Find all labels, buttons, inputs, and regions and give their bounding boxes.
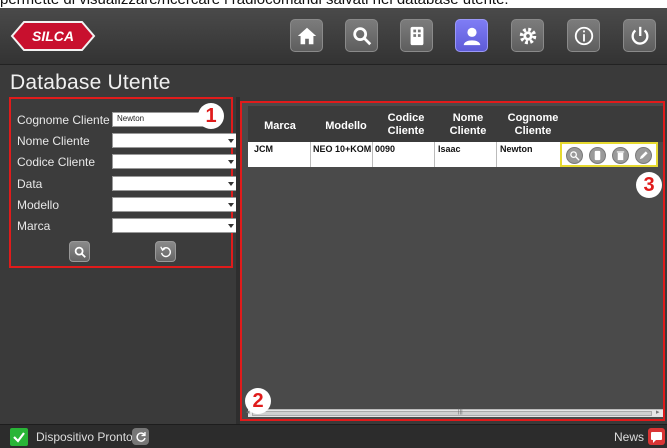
marca-select[interactable] [112,218,237,233]
power-icon [631,26,648,45]
news-icon[interactable] [648,428,665,445]
edit-button[interactable] [635,147,652,164]
filter-label: Nome Cliente [17,134,90,148]
home-icon [297,27,316,44]
reset-button[interactable] [155,241,176,262]
results-panel: Marca Modello Codice Cliente Nome Client… [240,101,665,421]
silca-logo: SILCA [10,21,96,51]
delete-button[interactable] [612,147,629,164]
page-title: Database Utente [10,71,171,94]
search-button[interactable] [69,241,90,262]
cell-modello: NEO 10+KOM [313,144,371,154]
cell-cognome-cliente: Newton [500,144,533,154]
trash-icon [616,151,625,161]
status-text: Dispositivo Pronto [36,430,133,444]
search-icon [352,26,371,45]
search-nav-button[interactable] [345,19,378,52]
column-divider [496,142,497,167]
chevron-down-icon [228,203,234,207]
column-header-modello[interactable]: Modello [313,120,379,133]
filter-row-data: Data [17,175,237,193]
chevron-down-icon [228,182,234,186]
remote-icon [594,150,601,161]
column-header-nome-cliente[interactable]: Nome Cliente [443,112,493,138]
column-header-marca[interactable]: Marca [260,120,300,133]
filter-label: Codice Cliente [17,155,96,169]
filter-row-nome: Nome Cliente [17,132,237,150]
caption-text: permette di visualizzare/ricercare i rad… [0,0,509,8]
table-header: Marca Modello Codice Cliente Nome Client… [248,106,663,142]
modello-select[interactable] [112,197,237,212]
callout-3: 3 [636,172,662,198]
info-button[interactable] [567,19,600,52]
reset-icon [159,245,171,257]
filter-label: Modello [17,198,60,212]
status-bar: Dispositivo Pronto News [0,424,667,448]
table-row[interactable]: JCM NEO 10+KOM 0090 Isaac Newton [248,142,560,167]
refresh-icon [135,431,146,442]
caption-strip: permette di visualizzare/ricercare i rad… [0,0,667,8]
top-toolbar: SILCA [0,8,667,65]
filter-label: Marca [17,219,51,233]
column-header-cognome-cliente[interactable]: Cognome Cliente [506,112,560,138]
left-empty-area [0,268,238,424]
scroll-right-icon[interactable]: ▸ [656,408,660,416]
cell-nome-cliente: Isaac [438,144,461,154]
search-icon [74,246,86,258]
cognome-cliente-input[interactable]: Newton [112,112,207,127]
cell-marca: JCM [254,144,274,154]
filter-label: Data [17,177,43,191]
info-icon [574,26,593,45]
news-label[interactable]: News [614,430,644,444]
column-divider [372,142,373,167]
remote-nav-button[interactable] [400,19,433,52]
column-header-codice-cliente[interactable]: Codice Cliente [381,112,431,138]
horizontal-scrollbar[interactable]: ◂ ||| ▸ [246,408,663,417]
cell-codice-cliente: 0090 [375,144,396,154]
filter-label: Cognome Cliente [17,113,110,127]
column-divider [310,142,311,167]
status-check-icon [10,428,28,446]
codice-cliente-select[interactable] [112,154,237,169]
power-button[interactable] [623,19,656,52]
filter-row-codice: Codice Cliente [17,153,237,171]
home-button[interactable] [290,19,323,52]
view-button[interactable] [566,147,583,164]
data-select[interactable] [112,176,237,191]
gear-icon [519,27,536,44]
settings-button[interactable] [511,19,544,52]
svg-text:SILCA: SILCA [32,28,74,44]
filter-row-marca: Marca [17,217,237,235]
nome-cliente-select[interactable] [112,133,237,148]
remote-icon [410,26,423,45]
refresh-button[interactable] [132,428,149,445]
scrollbar-thumb[interactable] [252,411,652,416]
chevron-down-icon [228,160,234,164]
column-divider [434,142,435,167]
scrollbar-grip-icon: ||| [458,409,463,415]
zoom-icon [570,151,580,161]
pencil-icon [639,151,648,160]
user-database-button[interactable] [455,19,488,52]
row-actions [560,142,658,167]
callout-2: 2 [245,388,271,414]
remote-button[interactable] [589,147,606,164]
filter-row-modello: Modello [17,196,237,214]
user-icon [463,27,480,45]
chevron-down-icon [228,224,234,228]
field-value: Newton [117,114,145,123]
chevron-down-icon [228,139,234,143]
callout-1: 1 [198,103,224,129]
